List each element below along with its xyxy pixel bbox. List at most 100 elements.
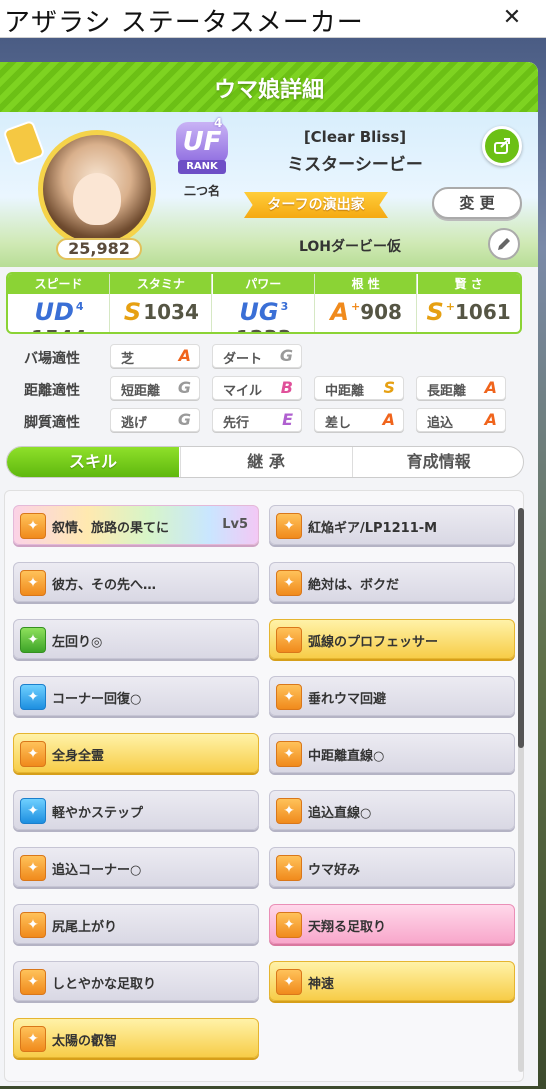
share-button[interactable] xyxy=(482,126,522,166)
leaf-badge-icon[interactable] xyxy=(2,119,46,167)
stat-label: 賢 さ xyxy=(417,274,520,294)
skill-icon: ✦ xyxy=(20,969,46,995)
aptitude-chip: 長距離 A xyxy=(416,376,506,400)
skill-item[interactable]: ✦ コーナー回復○ xyxy=(13,676,259,716)
skill-item[interactable]: ✦ 全身全霊 xyxy=(13,733,259,773)
close-icon[interactable]: ✕ xyxy=(500,6,524,30)
stat-label: スタミナ xyxy=(110,274,212,294)
skill-item[interactable]: ✦ 垂れウマ回避 xyxy=(269,676,515,716)
stat-4: 賢 さ S +1061 xyxy=(417,274,520,332)
evaluation-score: 25,982 xyxy=(56,238,142,260)
skill-icon: ✦ xyxy=(276,741,302,767)
stat-grade-sup: + xyxy=(445,300,456,314)
aptitude-grade: S xyxy=(383,378,395,397)
stat-grade-sup: 4 xyxy=(75,300,84,314)
aptitude-chip: 差し A xyxy=(314,408,404,432)
skill-item[interactable]: ✦ 尻尾上がり xyxy=(13,904,259,944)
aptitude-chip: 先行 E xyxy=(212,408,302,432)
aptitude-chip: マイル B xyxy=(212,376,302,400)
title-ribbon: ターフの演出家 xyxy=(244,192,388,218)
character-name: ミスターシービー xyxy=(287,155,423,175)
aptitude-grade: E xyxy=(282,410,293,429)
stat-value: 1034 xyxy=(143,300,199,324)
skill-name: 軽やかステップ xyxy=(52,806,144,821)
skill-item[interactable]: ✦ 追込直線○ xyxy=(269,790,515,830)
stat-value-row: A +908 xyxy=(315,298,417,326)
skill-icon: ✦ xyxy=(276,570,302,596)
skill-list: ✦ 叙情、旅路の果てに Lv5 ✦ 紅焔ギア/LP1211-M ✦ 彼方、その先へ… ✦ 絶対は… xyxy=(4,490,524,1082)
skill-name: 紅焔ギア/LP1211-M xyxy=(308,521,438,536)
aptitude-grade: A xyxy=(382,410,395,429)
stat-value-row: UG3 1233 xyxy=(213,298,315,332)
aptitude-name: 長距離 xyxy=(427,384,467,399)
skill-item[interactable]: ✦ 天翔る足取り xyxy=(269,904,515,944)
aptitude-chip: 短距離 G xyxy=(110,376,200,400)
skill-item[interactable]: ✦ 左回り◎ xyxy=(13,619,259,659)
aptitude-label: バ場適性 xyxy=(24,351,80,367)
skill-scrollbar[interactable] xyxy=(518,508,524,1072)
aptitude-chip: 逃げ G xyxy=(110,408,200,432)
skill-item[interactable]: ✦ ウマ好み xyxy=(269,847,515,887)
edit-button[interactable] xyxy=(488,228,520,260)
skill-item[interactable]: ✦ 追込コーナー○ xyxy=(13,847,259,887)
skill-icon: ✦ xyxy=(20,1026,46,1052)
skill-name: 彼方、その先へ… xyxy=(52,578,157,593)
aptitude-name: 逃げ xyxy=(121,416,148,431)
panel-header: ウマ娘詳細 xyxy=(0,62,538,112)
skill-item[interactable]: ✦ 中距離直線○ xyxy=(269,733,515,773)
alias-label: 二つ名 xyxy=(183,184,220,198)
stat-grade: S xyxy=(123,298,142,326)
tab-0[interactable]: スキル xyxy=(7,447,179,477)
aptitude-chip: 芝A xyxy=(110,344,200,368)
skill-name: ウマ好み xyxy=(308,863,361,878)
aptitude-name: ダート xyxy=(223,352,263,367)
tab-1[interactable]: 継 承 xyxy=(179,447,352,477)
window-titlebar: アザラシ ステータスメーカー ✕ xyxy=(0,0,546,38)
skill-item[interactable]: ✦ 神速 xyxy=(269,961,515,1001)
skill-item[interactable]: ✦ 軽やかステップ xyxy=(13,790,259,830)
skill-name: 追込直線○ xyxy=(308,806,372,821)
share-icon xyxy=(494,138,510,154)
skill-name: 絶対は、ボクだ xyxy=(308,578,400,593)
detail-tabs: スキル継 承育成情報 xyxy=(6,446,524,478)
skill-name: しとやかな足取り xyxy=(52,977,157,992)
aptitude-row: 脚質適性 逃げ G 先行 E 差し A 追込 A xyxy=(20,408,520,434)
scroll-thumb[interactable] xyxy=(518,508,524,748)
change-title-button[interactable]: 変 更 xyxy=(432,187,522,219)
skill-name: 中距離直線○ xyxy=(308,749,385,764)
tab-2[interactable]: 育成情報 xyxy=(352,447,523,477)
skill-item[interactable]: ✦ 彼方、その先へ… xyxy=(13,562,259,602)
skill-icon: ✦ xyxy=(276,798,302,824)
skill-name: 追込コーナー○ xyxy=(52,863,142,878)
skill-name: コーナー回復○ xyxy=(52,692,142,707)
aptitude-name: 芝 xyxy=(121,352,135,367)
skill-item[interactable]: ✦ 紅焔ギア/LP1211-M xyxy=(269,505,515,545)
skill-item[interactable]: ✦ 絶対は、ボクだ xyxy=(269,562,515,602)
skill-icon: ✦ xyxy=(20,627,46,653)
skill-icon: ✦ xyxy=(276,912,302,938)
aptitude-grade: A xyxy=(484,378,497,397)
skill-item[interactable]: ✦ 弧線のプロフェッサー xyxy=(269,619,515,659)
aptitude-grade: G xyxy=(177,410,191,429)
stat-value: 1233 xyxy=(236,326,292,332)
skill-item[interactable]: ✦ しとやかな足取り xyxy=(13,961,259,1001)
stat-value-row: UD4 1544 xyxy=(8,298,110,332)
skill-item[interactable]: ✦ 叙情、旅路の果てに Lv5 xyxy=(13,505,259,545)
skill-icon: ✦ xyxy=(276,513,302,539)
skill-icon: ✦ xyxy=(276,684,302,710)
aptitude-name: 追込 xyxy=(427,416,454,431)
stat-label: スピード xyxy=(8,274,109,294)
skill-item[interactable]: ✦ 太陽の叡智 xyxy=(13,1018,259,1058)
stat-value: 1544 xyxy=(31,326,87,332)
skill-name: 全身全霊 xyxy=(52,749,105,764)
race-name: LOHダービー仮 xyxy=(298,239,402,255)
skill-icon: ✦ xyxy=(20,912,46,938)
pencil-icon xyxy=(498,238,510,250)
rank-badge: UF 4 RANK xyxy=(172,116,232,180)
skill-icon: ✦ xyxy=(276,969,302,995)
stat-grade: S xyxy=(426,298,444,326)
stat-grade-sup: 3 xyxy=(280,300,289,314)
skill-name: 天翔る足取り xyxy=(308,920,387,935)
skill-name: 左回り◎ xyxy=(52,635,103,650)
stat-3: 根 性 A +908 xyxy=(315,274,418,332)
